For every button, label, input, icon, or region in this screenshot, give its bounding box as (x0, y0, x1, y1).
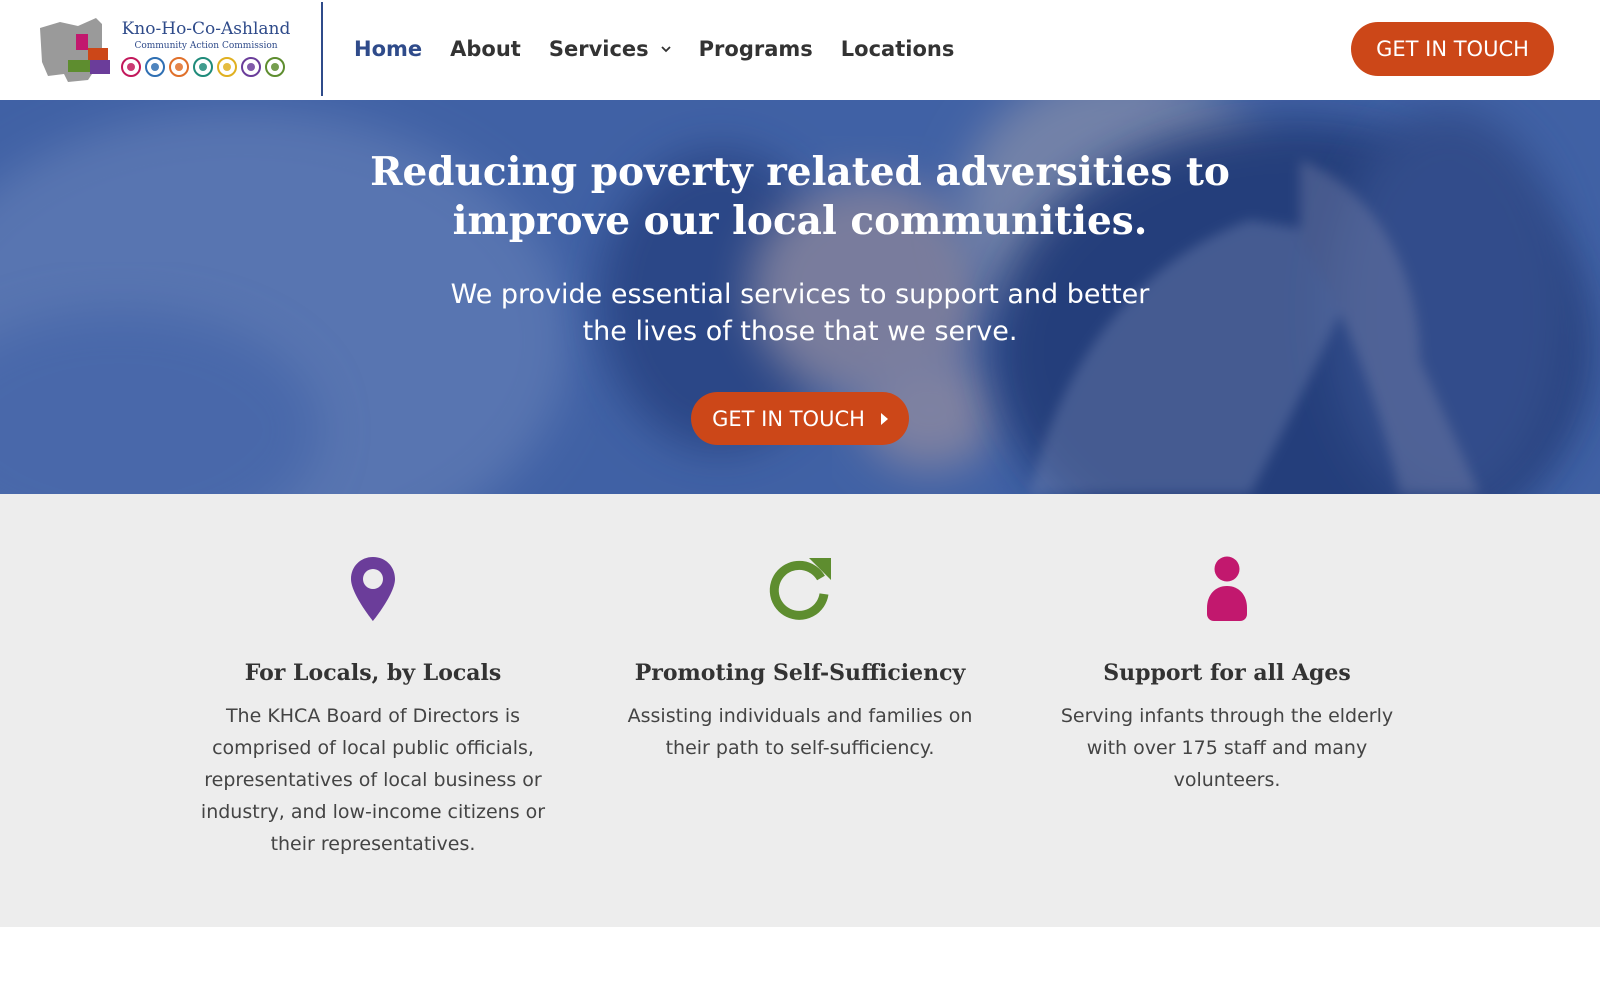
main-nav: Home About Services Programs Locations (354, 30, 982, 68)
nav-programs[interactable]: Programs (699, 37, 813, 61)
header-get-in-touch-button[interactable]: GET IN TOUCH (1351, 22, 1554, 76)
hero-cta-label: GET IN TOUCH (712, 406, 865, 431)
features-section: For Locals, by Locals The KHCA Board of … (0, 494, 1600, 927)
nav-services[interactable]: Services (549, 37, 671, 61)
hero-get-in-touch-button[interactable]: GET IN TOUCH (691, 392, 909, 445)
nav-home[interactable]: Home (354, 37, 422, 61)
chevron-down-icon (661, 46, 671, 53)
feature-title: For Locals, by Locals (244, 660, 502, 686)
feature-card-locals: For Locals, by Locals The KHCA Board of … (193, 556, 553, 860)
nav-locations[interactable]: Locations (841, 37, 955, 61)
logo-subtitle: Community Action Commission (134, 41, 278, 51)
program-circle-icon (241, 57, 261, 77)
program-icons (121, 57, 285, 77)
refresh-icon (769, 558, 831, 620)
program-circle-icon (121, 57, 141, 77)
program-circle-icon (217, 57, 237, 77)
site-header: Kno-Ho-Co-Ashland Community Action Commi… (0, 0, 1600, 100)
feature-description: Assisting individuals and families on th… (627, 705, 973, 759)
feature-title: Support for all Ages (1103, 660, 1351, 686)
header-divider (321, 2, 323, 96)
nav-about[interactable]: About (450, 37, 521, 61)
feature-description: Serving infants through the elderly with… (1060, 705, 1394, 791)
nav-services-label: Services (548, 37, 649, 61)
hero-banner: Reducing poverty related adversities to … (0, 100, 1600, 494)
map-pin-icon (351, 557, 395, 621)
program-circle-icon (265, 57, 285, 77)
hero-subtitle: We provide essential services to support… (450, 279, 1150, 347)
program-circle-icon (193, 57, 213, 77)
hero-title: Reducing poverty related adversities to … (370, 149, 1230, 244)
person-icon (1207, 556, 1247, 621)
program-circle-icon (169, 57, 189, 77)
site-logo[interactable]: Kno-Ho-Co-Ashland Community Action Commi… (38, 12, 296, 84)
feature-card-self-sufficiency: Promoting Self-Sufficiency Assisting ind… (620, 556, 980, 764)
logo-title: Kno-Ho-Co-Ashland (121, 19, 291, 39)
feature-card-all-ages: Support for all Ages Serving infants thr… (1047, 556, 1407, 796)
feature-description: The KHCA Board of Directors is comprised… (200, 705, 546, 855)
feature-title: Promoting Self-Sufficiency (634, 660, 966, 686)
program-circle-icon (145, 57, 165, 77)
caret-right-icon (880, 412, 888, 425)
ohio-counties-map-icon (40, 18, 110, 82)
